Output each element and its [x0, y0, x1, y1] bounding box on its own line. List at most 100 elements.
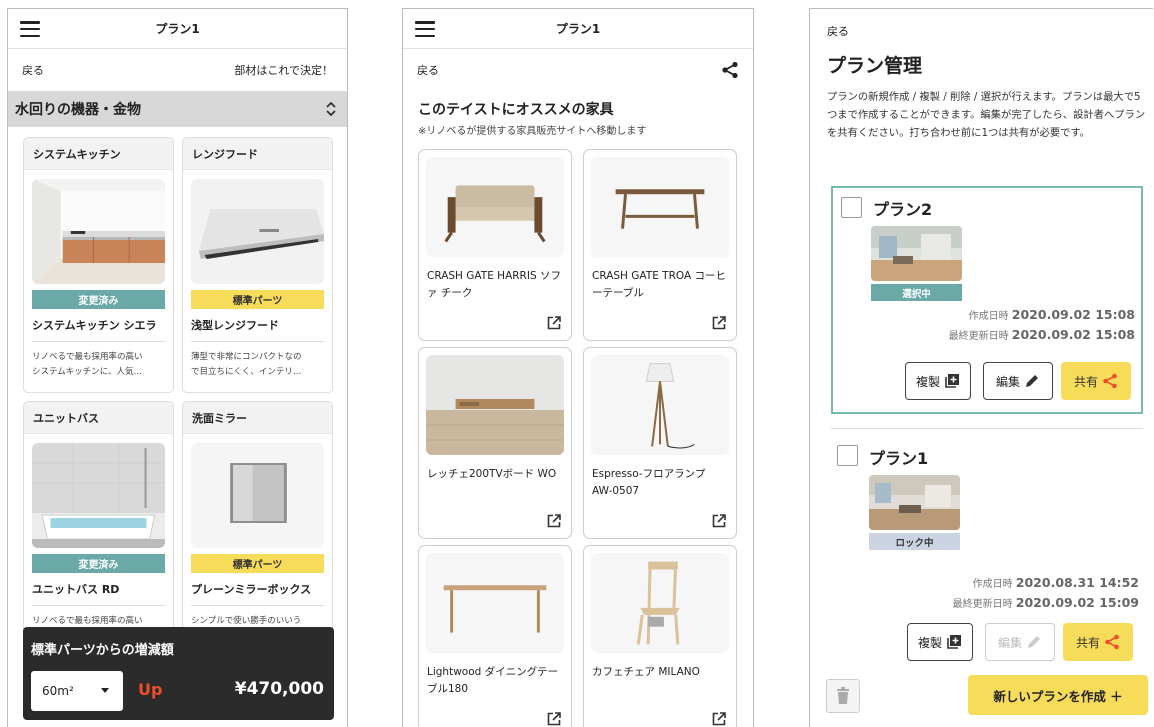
plan-checkbox[interactable] [837, 445, 858, 466]
furniture-name: Lightwood ダイニングテーブル180 [427, 666, 559, 695]
kitchen-image [32, 179, 165, 284]
copy-button[interactable]: 複製 [905, 362, 971, 400]
parts-screen: プラン1 戻る 部材はこれで決定！ 水回りの機器・金物 システムキッチン 変更済… [7, 8, 348, 727]
furniture-name: Espresso-フロアランプ AW-0507 [592, 468, 706, 497]
part-category: システムキッチン [24, 138, 173, 170]
coffee-table-image [591, 157, 729, 257]
section-header[interactable]: 水回りの機器・金物 [8, 91, 347, 127]
status-badge: 標準パーツ [191, 290, 324, 309]
back-link[interactable]: 戻る [22, 62, 44, 78]
plan-card-selected[interactable]: プラン2 選択中 作成日時 2020.09.02 15:08 最終更新日時 20… [831, 186, 1143, 414]
furniture-card[interactable]: レッチェ200TVボード WO [418, 347, 572, 539]
edit-button[interactable]: 編集 [983, 362, 1053, 400]
page-title: プラン1 [155, 22, 200, 36]
part-category: ユニットバス [24, 402, 173, 434]
menu-icon[interactable] [415, 21, 435, 38]
plan-status-badge: 選択中 [871, 284, 962, 301]
part-category: レンジフード [183, 138, 332, 170]
furniture-name: レッチェ200TVボード WO [427, 468, 557, 480]
sub-bar: 戻る [403, 49, 753, 91]
copy-icon [947, 635, 961, 649]
sofa-image [426, 157, 564, 257]
part-card[interactable]: システムキッチン 変更済み システムキッチン シエラ リノベるで最も採用率の高い… [23, 137, 174, 393]
chevron-down-icon [101, 688, 109, 693]
external-link-icon[interactable] [547, 316, 561, 330]
share-button[interactable]: 共有 [1063, 623, 1133, 661]
area-select[interactable]: 60m² [31, 671, 123, 711]
section-title: 水回りの機器・金物 [15, 102, 141, 118]
floor-lamp-image [591, 355, 729, 455]
price-amount: ¥470,000 [234, 679, 324, 699]
furniture-name: CRASH GATE HARRIS ソファ チーク [427, 270, 561, 299]
plan-card[interactable]: プラン1 ロック中 作成日時 2020.08.31 14:52 最終更新日時 2… [831, 441, 1143, 671]
parts-grid: システムキッチン 変更済み システムキッチン シエラ リノベるで最も採用率の高い… [23, 137, 333, 657]
status-badge: 変更済み [32, 290, 165, 309]
part-name: システムキッチン シエラ [32, 319, 157, 332]
back-link[interactable]: 戻る [827, 23, 849, 39]
plan-thumbnail [869, 475, 960, 530]
price-difference-panel: 標準パーツからの増減額 60m² Up ¥470,000 [23, 627, 334, 720]
furniture-card[interactable]: CRASH GATE HARRIS ソファ チーク [418, 149, 572, 341]
share-button[interactable]: 共有 [1061, 362, 1131, 400]
panel-title: 標準パーツからの増減額 [31, 643, 174, 658]
trash-icon [837, 687, 849, 704]
new-plan-button[interactable]: 新しいプランを作成 ＋ [968, 675, 1148, 715]
page-description: プランの新規作成 / 複製 / 削除 / 選択が行えます。プランは最大で5つまで… [827, 91, 1146, 139]
plan-management-screen: 戻る プラン管理 プランの新規作成 / 複製 / 削除 / 選択が行えます。プラ… [809, 8, 1153, 727]
page-title: プラン管理 [827, 55, 923, 77]
status-badge: 変更済み [32, 554, 165, 573]
plan-dates: 作成日時 2020.09.02 15:08 最終更新日時 2020.09.02 … [948, 307, 1135, 342]
page-title: プラン1 [555, 22, 601, 36]
plan-name: プラン1 [869, 449, 929, 468]
decide-link[interactable]: 部材はこれで決定！ [234, 62, 333, 78]
bath-image [32, 443, 165, 548]
part-name: 浅型レンジフード [191, 319, 279, 332]
external-link-icon[interactable] [712, 316, 726, 330]
external-link-icon[interactable] [547, 514, 561, 528]
share-icon[interactable] [721, 61, 739, 79]
recommend-note: ※リノベるが提供する家具販売サイトへ移動します [418, 126, 647, 137]
pencil-icon [1028, 636, 1040, 648]
sub-bar: 戻る 部材はこれで決定！ [8, 49, 347, 91]
copy-icon [945, 374, 959, 388]
external-link-icon[interactable] [712, 514, 726, 528]
top-bar: プラン1 [403, 9, 753, 49]
furniture-screen: プラン1 戻る このテイストにオススメの家具 ※リノベるが提供する家具販売サイト… [402, 8, 754, 727]
furniture-card[interactable]: Espresso-フロアランプ AW-0507 [583, 347, 737, 539]
back-link[interactable]: 戻る [417, 62, 439, 78]
external-link-icon[interactable] [712, 712, 726, 726]
part-card[interactable]: 洗面ミラー 標準パーツ プレーンミラーボックス シンプルで使い勝手のいいう [182, 401, 333, 657]
furniture-card[interactable]: CRASH GATE TROA コーヒーテーブル [583, 149, 737, 341]
plan-status-badge: ロック中 [869, 533, 960, 550]
recommend-header: このテイストにオススメの家具 ※リノベるが提供する家具販売サイトへ移動します [403, 91, 753, 137]
plan-checkbox[interactable] [841, 197, 862, 218]
dining-table-image [426, 553, 564, 653]
part-description: 薄型で非常にコンパクトなの で目立ちにくく、インテリ… [191, 352, 302, 377]
part-card[interactable]: レンジフード 標準パーツ 浅型レンジフード 薄型で非常にコンパクトなの で目立ちに… [182, 137, 333, 393]
collapse-icon[interactable] [325, 102, 337, 116]
furniture-card[interactable]: カフェチェア MILANO [583, 545, 737, 727]
furniture-name: CRASH GATE TROA コーヒーテーブル [592, 270, 726, 299]
direction-label: Up [138, 680, 163, 699]
share-icon [1105, 634, 1119, 650]
copy-button[interactable]: 複製 [907, 623, 973, 661]
menu-icon[interactable] [20, 21, 40, 38]
part-name: ユニットバス RD [32, 583, 120, 596]
edit-button-disabled: 編集 [985, 623, 1055, 661]
furniture-grid: CRASH GATE HARRIS ソファ チーク CRASH GATE TRO… [418, 149, 739, 727]
part-description: リノベるで最も採用率の高い システムキッチンに、人気… [32, 352, 143, 377]
part-card[interactable]: ユニットバス 変更済み ユニットバス RD リノべるで最も採用率の高い [23, 401, 174, 657]
chair-image [591, 553, 729, 653]
delete-button[interactable] [826, 679, 860, 713]
furniture-card[interactable]: Lightwood ダイニングテーブル180 [418, 545, 572, 727]
share-icon [1103, 373, 1117, 389]
part-name: プレーンミラーボックス [191, 583, 312, 596]
plan-name: プラン2 [873, 200, 933, 219]
tv-board-image [426, 355, 564, 455]
mirror-image [191, 443, 324, 548]
plan-dates: 作成日時 2020.08.31 14:52 最終更新日時 2020.09.02 … [952, 575, 1139, 610]
top-bar: プラン1 [8, 9, 347, 49]
recommend-title: このテイストにオススメの家具 [418, 102, 614, 118]
range-hood-image [191, 179, 324, 284]
external-link-icon[interactable] [547, 712, 561, 726]
